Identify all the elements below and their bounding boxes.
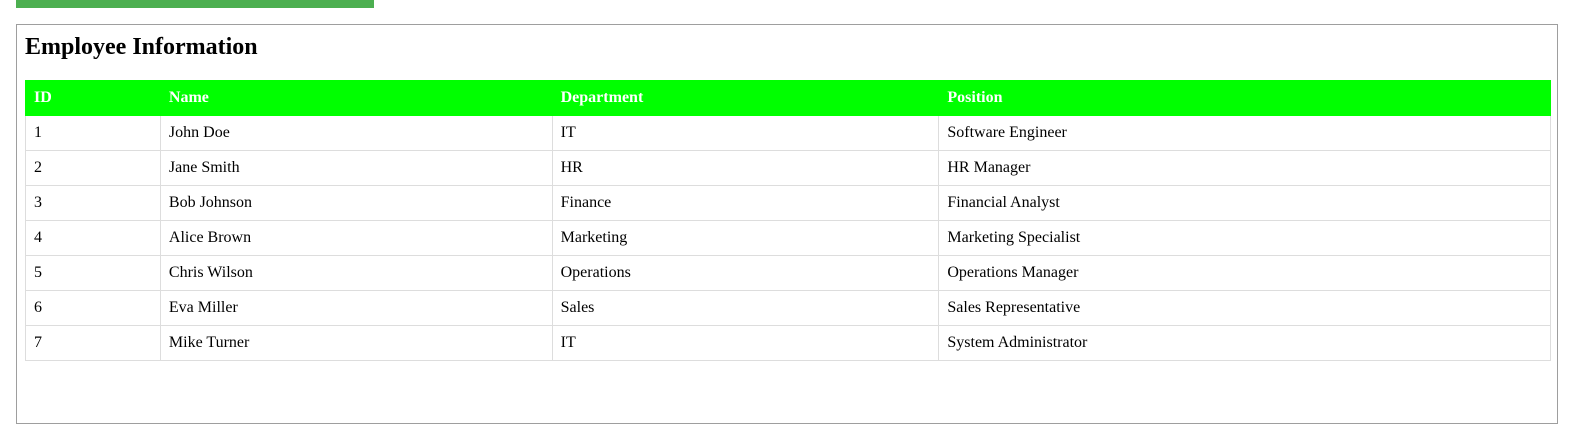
- cell-department: IT: [551, 325, 940, 361]
- cell-name: Eva Miller: [159, 290, 553, 326]
- employee-table: ID Name Department Position 1 John Doe I…: [25, 80, 1551, 361]
- cell-position: System Administrator: [938, 325, 1551, 361]
- cell-id: 3: [25, 185, 161, 221]
- cell-name: John Doe: [159, 115, 553, 151]
- top-accent-bar: [16, 0, 374, 8]
- column-header-department: Department: [551, 80, 940, 116]
- cell-name: Alice Brown: [159, 220, 553, 256]
- cell-position: Financial Analyst: [938, 185, 1551, 221]
- cell-position: Software Engineer: [938, 115, 1551, 151]
- cell-department: HR: [551, 150, 940, 186]
- cell-position: Marketing Specialist: [938, 220, 1551, 256]
- cell-name: Bob Johnson: [159, 185, 553, 221]
- column-header-id: ID: [25, 80, 161, 116]
- table-row: 7 Mike Turner IT System Administrator: [25, 325, 1551, 361]
- column-header-position: Position: [938, 80, 1551, 116]
- cell-id: 6: [25, 290, 161, 326]
- cell-id: 4: [25, 220, 161, 256]
- cell-department: Finance: [551, 185, 940, 221]
- cell-id: 7: [25, 325, 161, 361]
- cell-id: 5: [25, 255, 161, 291]
- cell-department: Sales: [551, 290, 940, 326]
- table-row: 6 Eva Miller Sales Sales Representative: [25, 290, 1551, 326]
- cell-position: HR Manager: [938, 150, 1551, 186]
- cell-id: 1: [25, 115, 161, 151]
- table-row: 4 Alice Brown Marketing Marketing Specia…: [25, 220, 1551, 256]
- cell-department: Operations: [551, 255, 940, 291]
- cell-position: Sales Representative: [938, 290, 1551, 326]
- column-header-name: Name: [159, 80, 553, 116]
- table-row: 5 Chris Wilson Operations Operations Man…: [25, 255, 1551, 291]
- employee-panel: Employee Information ID Name Department …: [16, 24, 1558, 424]
- table-row: 2 Jane Smith HR HR Manager: [25, 150, 1551, 186]
- cell-name: Mike Turner: [159, 325, 553, 361]
- cell-id: 2: [25, 150, 161, 186]
- cell-position: Operations Manager: [938, 255, 1551, 291]
- page-title: Employee Information: [25, 34, 258, 60]
- table-row: 3 Bob Johnson Finance Financial Analyst: [25, 185, 1551, 221]
- table-row: 1 John Doe IT Software Engineer: [25, 115, 1551, 151]
- cell-name: Chris Wilson: [159, 255, 553, 291]
- cell-department: Marketing: [551, 220, 940, 256]
- cell-department: IT: [551, 115, 940, 151]
- table-header-row: ID Name Department Position: [25, 80, 1551, 116]
- cell-name: Jane Smith: [159, 150, 553, 186]
